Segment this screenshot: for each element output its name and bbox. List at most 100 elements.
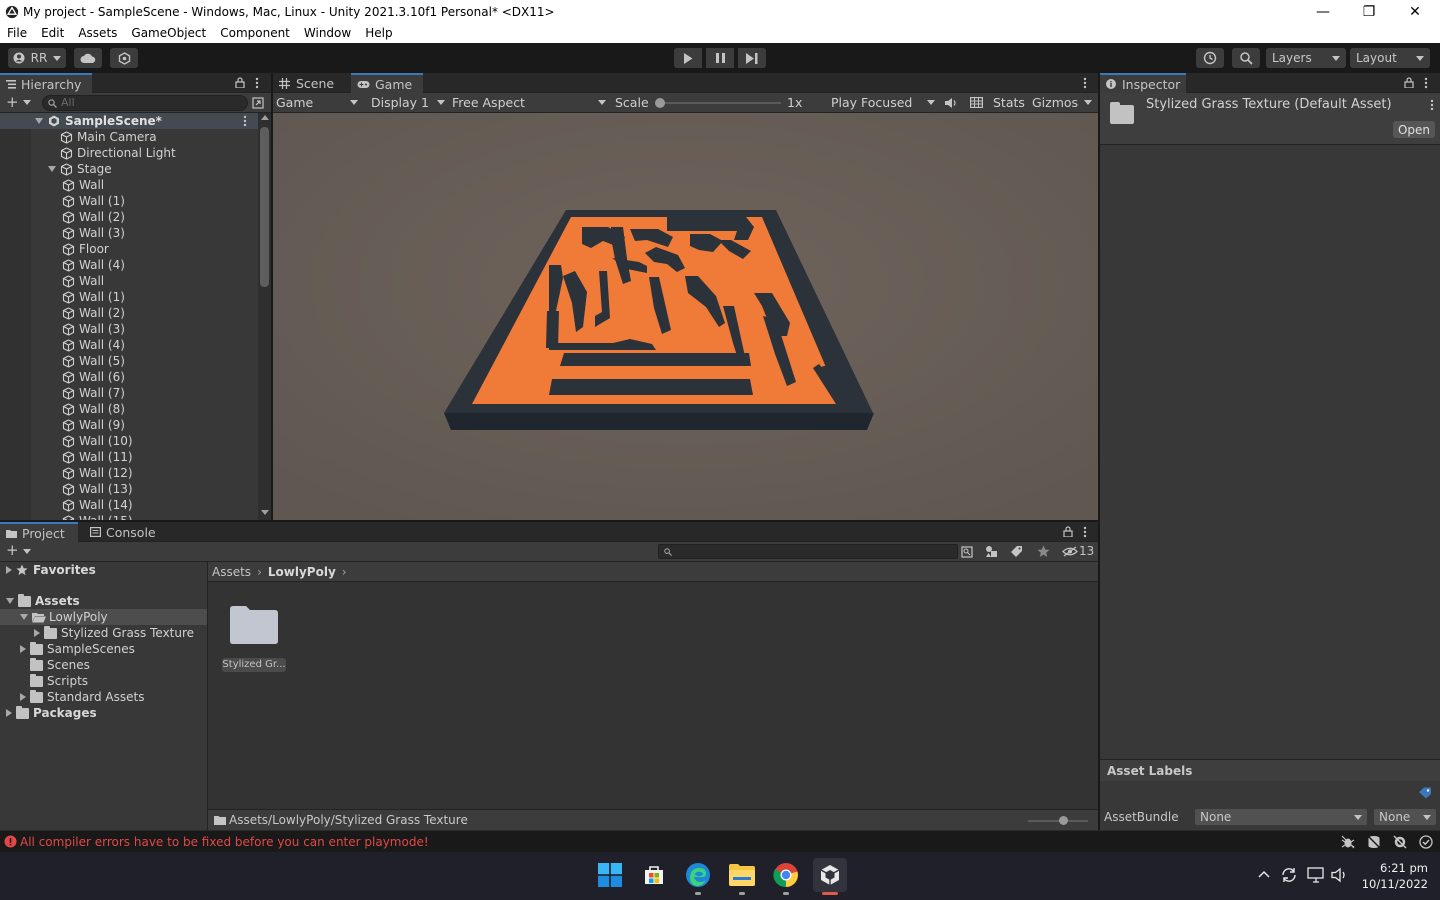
taskbar-unity[interactable] xyxy=(813,858,847,892)
cloud-button[interactable] xyxy=(74,48,102,68)
search-scope-icon[interactable] xyxy=(961,546,973,558)
hierarchy-row[interactable]: Wall (15) xyxy=(62,513,133,520)
gizmos-button[interactable]: Gizmos xyxy=(1032,95,1078,110)
hierarchy-row[interactable]: Wall (7) xyxy=(62,385,125,401)
view-type-dropdown[interactable]: Game xyxy=(276,93,362,112)
pause-button[interactable] xyxy=(706,48,734,68)
hierarchy-row[interactable]: Wall (14) xyxy=(62,497,133,513)
hierarchy-row[interactable]: Wall (2) xyxy=(62,209,125,225)
hierarchy-row[interactable]: Wall (5) xyxy=(62,353,125,369)
tab-inspector[interactable]: Inspector xyxy=(1100,73,1186,93)
expand-arrow-icon[interactable] xyxy=(48,166,56,172)
icon-size-slider-thumb[interactable] xyxy=(1058,816,1068,825)
expand-arrow-icon[interactable] xyxy=(20,614,28,620)
progress-gear-icon[interactable] xyxy=(1393,835,1407,849)
volume-icon[interactable] xyxy=(1331,867,1349,883)
maximize-button[interactable]: ❐ xyxy=(1346,0,1392,23)
hierarchy-row[interactable]: Floor xyxy=(62,241,109,257)
hierarchy-scrollbar[interactable] xyxy=(258,113,271,520)
collapse-arrow-icon[interactable] xyxy=(20,645,26,653)
show-hidden-icons-chevron-icon[interactable] xyxy=(1258,870,1270,878)
stats-grid-icon[interactable] xyxy=(970,97,983,108)
hierarchy-row[interactable]: Wall (4) xyxy=(62,257,125,273)
scene-header-row[interactable]: SampleScene* xyxy=(0,113,258,129)
chevron-down-icon[interactable] xyxy=(23,549,31,554)
more-options-icon[interactable] xyxy=(255,77,259,89)
menu-component[interactable]: Component xyxy=(213,26,297,40)
tab-console[interactable]: Console xyxy=(84,522,164,542)
label-tag-icon[interactable] xyxy=(1418,787,1432,799)
project-tree-row[interactable]: Stylized Grass Texture xyxy=(0,625,207,641)
hierarchy-row[interactable]: Wall (3) xyxy=(62,321,125,337)
favorite-star-icon[interactable] xyxy=(1037,545,1050,558)
minimize-button[interactable]: — xyxy=(1300,0,1346,23)
hierarchy-row[interactable]: Wall (3) xyxy=(62,225,125,241)
hierarchy-row[interactable]: Directional Light xyxy=(48,145,176,161)
breadcrumb-lowlypoly[interactable]: LowlyPoly xyxy=(268,565,336,579)
project-search-input[interactable] xyxy=(658,544,958,559)
step-button[interactable] xyxy=(738,48,766,68)
status-message[interactable]: All compiler errors have to be fixed bef… xyxy=(20,835,429,849)
scroll-down-icon[interactable] xyxy=(261,510,269,515)
project-tree-row[interactable]: Standard Assets xyxy=(0,689,207,705)
gizmos-dropdown-icon[interactable] xyxy=(1084,100,1092,105)
scrollbar-thumb[interactable] xyxy=(260,127,269,287)
hierarchy-row[interactable]: Main Camera xyxy=(48,129,157,145)
play-mode-dropdown[interactable]: Play Focused xyxy=(831,93,935,112)
collab-button[interactable] xyxy=(110,48,138,68)
hierarchy-row[interactable]: Wall xyxy=(62,177,104,193)
hierarchy-row[interactable]: Wall (6) xyxy=(62,369,125,385)
filter-type-icon[interactable] xyxy=(985,545,998,558)
add-icon[interactable]: + xyxy=(6,543,19,558)
hierarchy-row[interactable]: Wall (1) xyxy=(62,193,125,209)
hierarchy-row[interactable]: Wall (1) xyxy=(62,289,125,305)
display-dropdown[interactable]: Display 1 xyxy=(371,93,445,112)
hierarchy-row[interactable]: Wall (9) xyxy=(62,417,125,433)
hierarchy-search-input[interactable]: All xyxy=(42,95,248,111)
collapse-arrow-icon[interactable] xyxy=(20,693,26,701)
scale-slider[interactable] xyxy=(655,98,781,108)
project-tree-row[interactable]: Packages xyxy=(0,705,207,721)
menu-gameobject[interactable]: GameObject xyxy=(124,26,213,40)
close-button[interactable]: ✕ xyxy=(1392,0,1438,23)
asset-item-folder[interactable]: Stylized Gr... xyxy=(222,600,286,672)
lock-icon[interactable] xyxy=(1404,77,1414,88)
more-options-icon[interactable] xyxy=(1083,77,1087,89)
menu-window[interactable]: Window xyxy=(297,26,358,40)
chevron-down-icon[interactable] xyxy=(23,100,31,105)
hierarchy-row[interactable]: Stage xyxy=(48,161,112,177)
open-button[interactable]: Open xyxy=(1393,121,1435,138)
check-circle-icon[interactable] xyxy=(1419,835,1433,849)
collapse-arrow-icon[interactable] xyxy=(6,566,12,574)
expand-arrow-icon[interactable] xyxy=(6,598,14,604)
tab-scene[interactable]: Scene xyxy=(273,73,351,93)
hierarchy-row[interactable]: Wall (8) xyxy=(62,401,125,417)
scroll-up-icon[interactable] xyxy=(261,115,269,120)
project-tree-row[interactable]: Scenes xyxy=(0,657,207,673)
tab-game[interactable]: Game xyxy=(351,73,423,93)
scene-picker-icon[interactable] xyxy=(252,97,264,109)
debug-bug-icon[interactable] xyxy=(1341,835,1355,849)
play-button[interactable] xyxy=(674,48,702,68)
add-icon[interactable]: + xyxy=(6,95,19,110)
menu-file[interactable]: File xyxy=(0,26,34,40)
more-options-icon[interactable] xyxy=(1083,526,1087,538)
scene-menu-icon[interactable] xyxy=(243,115,247,127)
lock-icon[interactable] xyxy=(1063,526,1073,537)
aspect-dropdown[interactable]: Free Aspect xyxy=(452,93,606,112)
collapse-arrow-icon[interactable] xyxy=(6,709,12,717)
project-tree-row[interactable]: Assets xyxy=(0,593,207,609)
account-dropdown[interactable]: RR xyxy=(8,48,66,68)
hierarchy-row[interactable]: Wall xyxy=(62,273,104,289)
assetbundle-variant-dropdown[interactable]: None xyxy=(1374,809,1436,825)
project-tree-row[interactable]: Scripts xyxy=(0,673,207,689)
taskbar-edge[interactable] xyxy=(681,858,715,892)
search-button[interactable] xyxy=(1232,48,1260,68)
network-icon[interactable] xyxy=(1307,867,1325,884)
hierarchy-row[interactable]: Wall (10) xyxy=(62,433,133,449)
stats-button[interactable]: Stats xyxy=(993,95,1025,110)
expand-arrow-icon[interactable] xyxy=(35,118,43,124)
layers-dropdown[interactable]: Layers xyxy=(1266,48,1346,68)
project-tree-row[interactable]: Favorites xyxy=(0,562,207,578)
start-button[interactable] xyxy=(593,858,627,892)
